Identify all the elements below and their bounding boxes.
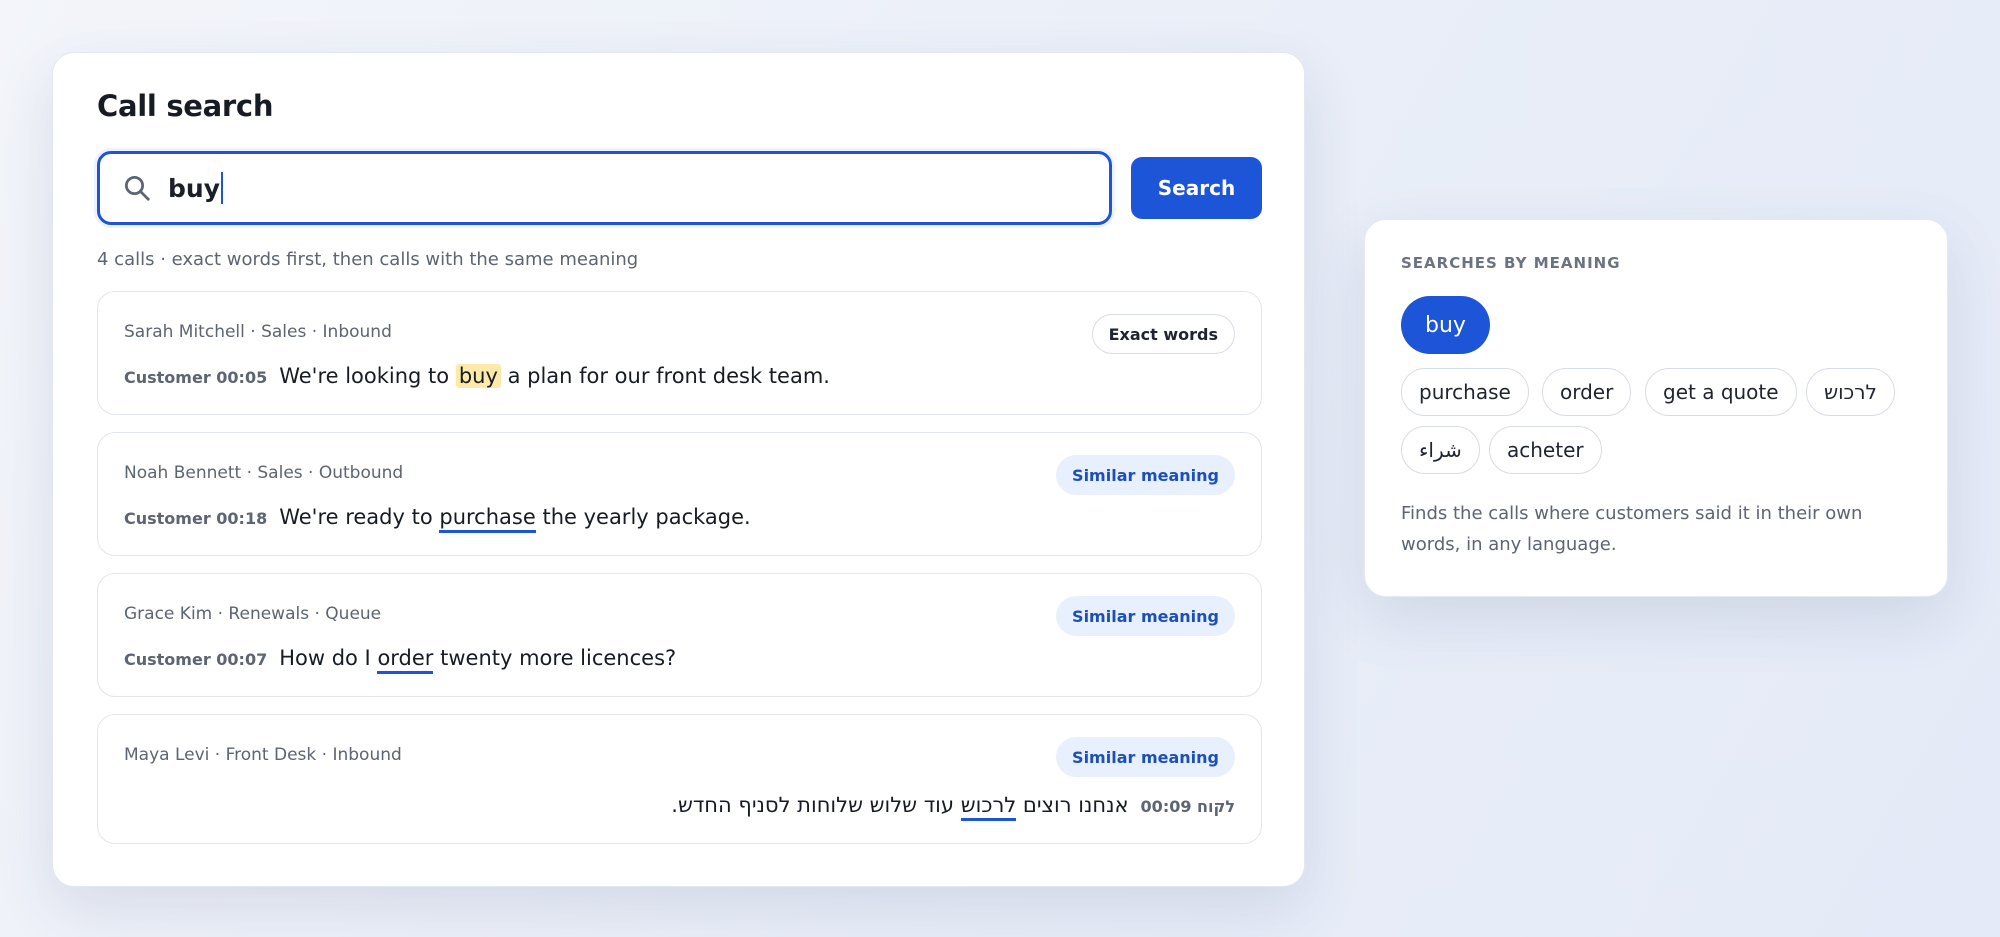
transcript-line: לקוח 00:09 אנחנו רוצים לרכוש עוד שלוש של… [671, 793, 1235, 821]
page-title: Call search [97, 89, 274, 123]
transcript-quote: We're ready to purchase the yearly packa… [279, 505, 751, 533]
result-summary: 4 calls · exact words first, then calls … [97, 249, 639, 270]
quote-after: עוד שלוש שלוחות לסניף החדש. [671, 793, 961, 817]
term-chip[interactable]: order [1542, 368, 1632, 416]
similar-match-highlight: order [377, 646, 434, 674]
meaning-panel-description: Finds the calls where customers said it … [1401, 503, 1863, 555]
search-input[interactable]: buy [97, 151, 1112, 225]
result-meta: Noah Bennett · Sales · Outbound [124, 463, 404, 483]
search-icon [125, 176, 150, 201]
term-chip[interactable]: شراء [1401, 426, 1480, 474]
transcript-line: Customer 00:18 We're ready to purchase t… [124, 505, 751, 533]
transcript-quote: אנחנו רוצים לרכוש עוד שלוש שלוחות לסניף … [671, 793, 1129, 821]
meaning-panel-heading: SEARCHES BY MEANING [1401, 254, 1621, 272]
meaning-panel: SEARCHES BY MEANING buy purchase order g… [1364, 219, 1948, 597]
result-card[interactable]: Grace Kim · Renewals · Queue Similar mea… [97, 573, 1262, 697]
term-chip[interactable]: acheter [1489, 426, 1602, 474]
speaker-timestamp: לקוח 00:09 [1140, 797, 1235, 816]
match-badge: Similar meaning [1056, 455, 1235, 495]
transcript-line: Customer 00:05 We're looking to buy a pl… [124, 364, 830, 388]
transcript-quote: How do I order twenty more licences? [279, 646, 677, 674]
speaker-timestamp: Customer 00:18 [124, 509, 268, 528]
transcript-line: Customer 00:07 How do I order twenty mor… [124, 646, 677, 674]
result-meta: Grace Kim · Renewals · Queue [124, 604, 382, 624]
quote-before: אנחנו רוצים [1016, 793, 1129, 817]
similar-match-highlight: purchase [439, 505, 536, 533]
transcript-quote: We're looking to buy a plan for our fron… [279, 364, 830, 388]
active-term-chip[interactable]: buy [1401, 296, 1490, 354]
match-badge: Similar meaning [1056, 737, 1235, 777]
result-card[interactable]: Maya Levi · Front Desk · Inbound Similar… [97, 714, 1262, 844]
call-search-card: Call search buy Search 4 calls · exact w… [52, 52, 1305, 887]
match-badge: Similar meaning [1056, 596, 1235, 636]
text-caret [221, 172, 223, 204]
result-card[interactable]: Noah Bennett · Sales · Outbound Similar … [97, 432, 1262, 556]
match-badge: Exact words [1091, 314, 1235, 354]
quote-after: twenty more licences? [433, 646, 677, 670]
result-meta: Maya Levi · Front Desk · Inbound [124, 745, 402, 765]
term-chip[interactable]: לרכוש [1806, 368, 1895, 416]
quote-after: a plan for our front desk team. [500, 364, 830, 388]
exact-match-highlight: buy [455, 364, 501, 388]
quote-after: the yearly package. [535, 505, 751, 529]
result-meta: Sarah Mitchell · Sales · Inbound [124, 322, 392, 342]
term-chip[interactable]: get a quote [1645, 368, 1797, 416]
quote-before: We're looking to [279, 364, 456, 388]
similar-match-highlight: לרכוש [960, 793, 1017, 821]
term-chip[interactable]: purchase [1401, 368, 1529, 416]
quote-before: How do I [279, 646, 378, 670]
quote-before: We're ready to [279, 505, 440, 529]
search-button[interactable]: Search [1131, 157, 1262, 219]
speaker-timestamp: Customer 00:05 [124, 368, 268, 387]
search-query[interactable]: buy [168, 174, 220, 203]
result-card[interactable]: Sarah Mitchell · Sales · Inbound Exact w… [97, 291, 1262, 415]
speaker-timestamp: Customer 00:07 [124, 650, 268, 669]
